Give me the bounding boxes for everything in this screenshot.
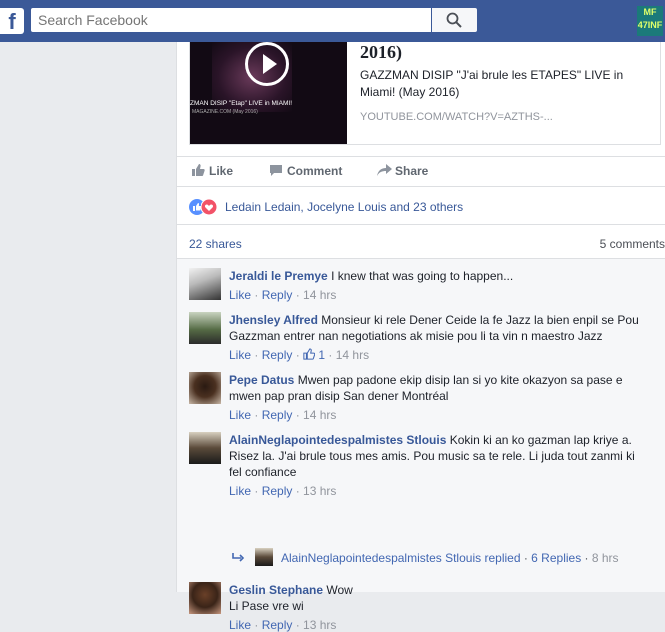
search-icon bbox=[446, 12, 462, 28]
comment-like-link[interactable]: Like bbox=[229, 618, 251, 632]
share-arrow-icon bbox=[377, 164, 392, 176]
comment-time[interactable]: 13 hrs bbox=[303, 618, 336, 632]
love-reaction-icon bbox=[201, 199, 217, 215]
comments-section: Jeraldi le Premye I knew that was going … bbox=[177, 258, 665, 632]
link-title[interactable]: 2016) bbox=[360, 42, 402, 63]
comments-count[interactable]: 5 comments bbox=[600, 237, 665, 251]
comment-reply-link[interactable]: Reply bbox=[262, 484, 293, 498]
reactions-text[interactable]: Ledain Ledain, Jocelyne Louis and 23 oth… bbox=[225, 200, 463, 214]
post-actions: Like Comment Share bbox=[189, 156, 659, 186]
thumbnail-subcaption: MAGAZINE.COM (May 2016) bbox=[192, 109, 258, 115]
share-button[interactable]: Share bbox=[377, 164, 428, 178]
like-button[interactable]: Like bbox=[192, 164, 233, 178]
reply-time: 8 hrs bbox=[591, 551, 619, 565]
link-preview[interactable]: ZMAN DISIP "Etap" LIVE in MIAMI! MAGAZIN… bbox=[189, 42, 661, 145]
comment-like-count[interactable]: 1 bbox=[318, 348, 325, 362]
thumbs-up-icon bbox=[192, 164, 205, 177]
comment-time[interactable]: 14 hrs bbox=[303, 288, 336, 302]
avatar[interactable] bbox=[189, 432, 221, 464]
user-avatar[interactable]: MF 47INF bbox=[637, 6, 663, 36]
link-url: YOUTUBE.COM/WATCH?V=AZTHS-... bbox=[360, 111, 553, 123]
left-column bbox=[0, 42, 176, 592]
commenter-name[interactable]: Pepe Datus bbox=[229, 373, 294, 387]
commenter-name[interactable]: Jeraldi le Premye bbox=[229, 269, 328, 283]
post-card: ZMAN DISIP "Etap" LIVE in MIAMI! MAGAZIN… bbox=[176, 42, 665, 632]
comment-like-link[interactable]: Like bbox=[229, 484, 251, 498]
reaction-icons[interactable] bbox=[189, 199, 223, 215]
reply-thread[interactable]: AlainNeglapointedespalmistes Stlouis rep… bbox=[281, 551, 619, 565]
commenter-name[interactable]: AlainNeglapointedespalmistes Stlouis bbox=[229, 433, 446, 447]
comment-text: I knew that was going to happen... bbox=[331, 269, 514, 283]
replies-count[interactable]: 6 Replies bbox=[531, 551, 581, 565]
search-input[interactable] bbox=[31, 8, 431, 32]
comment-reply-link[interactable]: Reply bbox=[262, 288, 293, 302]
comment-time[interactable]: 14 hrs bbox=[336, 348, 369, 362]
avatar[interactable] bbox=[189, 312, 221, 344]
avatar[interactable] bbox=[255, 548, 273, 566]
commenter-name[interactable]: Jhensley Alfred bbox=[229, 313, 318, 327]
avatar[interactable] bbox=[189, 372, 221, 404]
link-description: GAZZMAN DISIP "J'ai brule les ETAPES" LI… bbox=[360, 68, 624, 99]
comment-time[interactable]: 13 hrs bbox=[303, 484, 336, 498]
play-icon[interactable] bbox=[245, 42, 289, 86]
shares-count[interactable]: 22 shares bbox=[189, 237, 242, 251]
comment-reply-link[interactable]: Reply bbox=[262, 618, 293, 632]
top-navigation-bar: f MF 47INF bbox=[0, 0, 665, 42]
reply-author[interactable]: AlainNeglapointedespalmistes Stlouis bbox=[281, 551, 481, 565]
thumbnail-caption: ZMAN DISIP "Etap" LIVE in MIAMI! bbox=[190, 100, 293, 107]
comment-button[interactable]: Comment bbox=[270, 164, 342, 178]
commenter-name[interactable]: Geslin Stephane bbox=[229, 583, 323, 597]
comment-like-link[interactable]: Like bbox=[229, 408, 251, 422]
comment-icon bbox=[270, 165, 282, 176]
comment-like-link[interactable]: Like bbox=[229, 348, 251, 362]
reply-action: replied bbox=[484, 551, 521, 565]
comment-reply-link[interactable]: Reply bbox=[262, 408, 293, 422]
comment-reply-link[interactable]: Reply bbox=[262, 348, 293, 362]
facebook-logo[interactable]: f bbox=[0, 8, 24, 34]
search-button[interactable] bbox=[432, 8, 477, 32]
avatar[interactable] bbox=[189, 268, 221, 300]
reply-arrow-icon bbox=[232, 553, 245, 562]
avatar[interactable] bbox=[189, 582, 221, 614]
thumbs-up-icon bbox=[303, 348, 316, 360]
comment-like-link[interactable]: Like bbox=[229, 288, 251, 302]
comment-time[interactable]: 14 hrs bbox=[303, 408, 336, 422]
video-thumbnail[interactable]: ZMAN DISIP "Etap" LIVE in MIAMI! MAGAZIN… bbox=[190, 42, 347, 144]
